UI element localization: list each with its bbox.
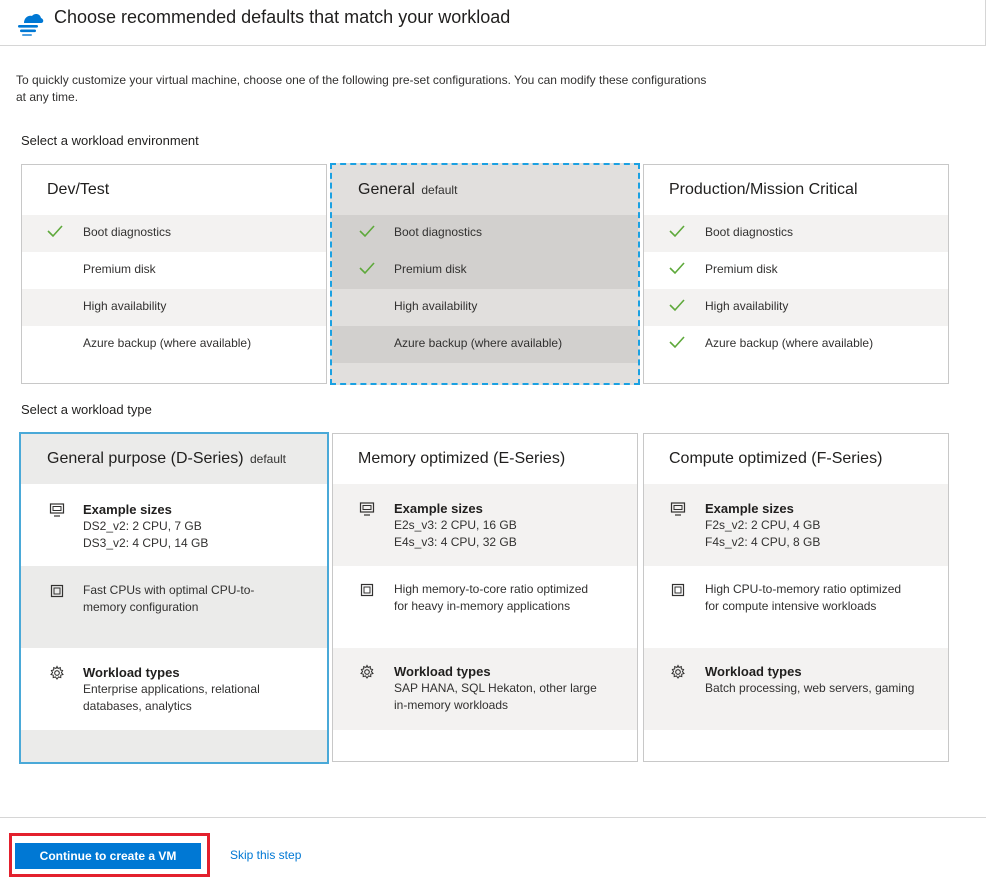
- feature-row: Azure backup (where available): [332, 326, 638, 363]
- cpu-icon: [360, 583, 374, 597]
- gear-icon: [50, 665, 64, 680]
- check-icon: [669, 225, 685, 238]
- type-card-compute-optimized[interactable]: Compute optimized (F-Series) Example siz…: [643, 433, 949, 762]
- card-fill: [21, 730, 327, 762]
- default-tag: default: [249, 452, 287, 466]
- description-block: High CPU-to-memory ratio optimized for c…: [644, 566, 948, 648]
- gear-icon: [360, 664, 374, 679]
- example-sizes-block: Example sizes E2s_v3: 2 CPU, 16 GB E4s_v…: [333, 484, 637, 566]
- monitor-icon: [670, 502, 686, 516]
- feature-row: Azure backup (where available): [644, 326, 948, 363]
- env-card-title: General default: [332, 165, 638, 215]
- feature-row: High availability: [644, 289, 948, 326]
- check-icon: [669, 299, 685, 312]
- feature-row: Premium disk: [644, 252, 948, 289]
- check-icon: [669, 336, 685, 349]
- feature-row: Boot diagnostics: [22, 215, 326, 252]
- environment-section-label: Select a workload environment: [21, 133, 199, 148]
- env-card-title: Production/Mission Critical: [669, 181, 858, 198]
- header: Choose recommended defaults that match y…: [0, 0, 986, 46]
- type-card-memory-optimized[interactable]: Memory optimized (E-Series) Example size…: [332, 433, 638, 762]
- workload-type-section-label: Select a workload type: [21, 402, 152, 417]
- cpu-icon: [671, 583, 685, 597]
- type-card-general-purpose[interactable]: General purpose (D-Series) default Examp…: [19, 432, 329, 764]
- example-sizes-block: Example sizes F2s_v2: 2 CPU, 4 GB F4s_v2…: [644, 484, 948, 566]
- check-icon: [359, 225, 375, 238]
- feature-row: Premium disk: [332, 252, 638, 289]
- env-card-production[interactable]: Production/Mission Critical Boot diagnos…: [643, 164, 949, 384]
- intro-text: To quickly customize your virtual machin…: [16, 73, 707, 104]
- cpu-icon: [50, 584, 64, 598]
- workload-types-block: Workload types SAP HANA, SQL Hekaton, ot…: [333, 648, 637, 730]
- env-card-dev-test[interactable]: Dev/Test Boot diagnostics Premium disk H…: [21, 164, 327, 384]
- type-card-title: Memory optimized (E-Series): [358, 450, 566, 467]
- default-tag: default: [421, 183, 458, 197]
- feature-row: Azure backup (where available): [83, 336, 252, 350]
- env-card-title: Dev/Test: [47, 181, 110, 198]
- feature-row: High availability: [22, 289, 326, 326]
- skip-step-link[interactable]: Skip this step: [230, 848, 301, 862]
- example-sizes-block: Example sizes DS2_v2: 2 CPU, 7 GB DS3_v2…: [21, 484, 327, 566]
- workload-types-block: Workload types Enterprise applications, …: [21, 648, 327, 730]
- page-title: Choose recommended defaults that match y…: [54, 7, 511, 27]
- check-icon: [359, 262, 375, 275]
- type-card-title: Compute optimized (F-Series): [669, 450, 883, 467]
- feature-row: Premium disk: [83, 262, 156, 276]
- gear-icon: [671, 664, 685, 679]
- azure-cloud-icon: [18, 13, 44, 36]
- workload-types-block: Workload types Batch processing, web ser…: [644, 648, 948, 730]
- check-icon: [669, 262, 685, 275]
- continue-create-vm-button[interactable]: Continue to create a VM: [15, 843, 201, 869]
- monitor-icon: [49, 503, 65, 517]
- feature-row: High availability: [332, 289, 638, 326]
- feature-row: Boot diagnostics: [332, 215, 638, 252]
- check-icon: [47, 225, 63, 238]
- env-card-general[interactable]: General default Boot diagnostics Premium…: [330, 163, 640, 385]
- monitor-icon: [359, 502, 375, 516]
- description-block: High memory-to-core ratio optimized for …: [333, 566, 637, 648]
- description-block: Fast CPUs with optimal CPU-to- memory co…: [21, 566, 327, 648]
- type-card-title: General purpose (D-Series) default: [21, 434, 327, 484]
- feature-row: Boot diagnostics: [644, 215, 948, 252]
